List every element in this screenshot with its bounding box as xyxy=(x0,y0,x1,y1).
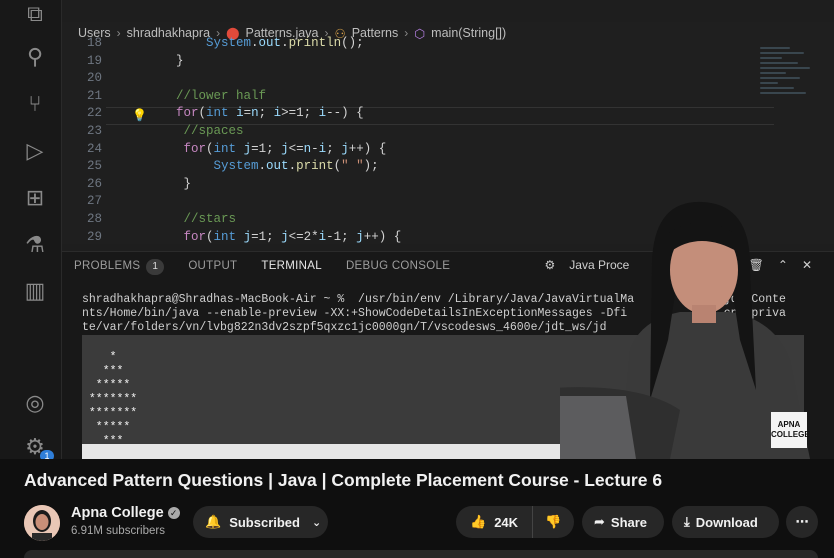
bell-icon: 🔔 xyxy=(205,514,222,529)
pattern-row: *** xyxy=(82,365,124,378)
pattern-row: ***** xyxy=(82,421,131,434)
chart-icon[interactable]: ▥ xyxy=(22,279,48,305)
channel-name-row[interactable]: Apna College ✓ xyxy=(71,505,180,521)
channel-name[interactable]: Apna College xyxy=(71,505,164,521)
video-title: Advanced Pattern Questions | Java | Comp… xyxy=(24,470,663,490)
download-button[interactable]: ⤓ Download xyxy=(672,506,779,538)
tab-label: PROBLEMS xyxy=(74,259,141,272)
pattern-row: ***** xyxy=(82,379,131,392)
share-button[interactable]: ➦ Share xyxy=(582,506,664,538)
code-line: System.out.println(); xyxy=(206,36,364,50)
source-control-icon[interactable]: ⑂ xyxy=(22,92,48,118)
method-icon: ⬡ xyxy=(414,26,426,41)
line-number: 24 xyxy=(86,141,102,156)
code-line: } xyxy=(176,53,184,68)
line-number: 25 xyxy=(86,159,102,174)
tab-output[interactable]: OUTPUT xyxy=(176,252,249,280)
extensions-icon[interactable]: ⊞ xyxy=(22,186,48,212)
testing-icon[interactable]: ⚗ xyxy=(22,233,48,259)
tab-debug-console[interactable]: DEBUG CONSOLE xyxy=(334,252,462,280)
line-number: 22 xyxy=(86,106,102,121)
line-number: 23 xyxy=(86,124,102,138)
line-number: 26 xyxy=(86,176,102,191)
code-line: //lower half xyxy=(176,88,267,103)
dislike-button[interactable]: 👎 xyxy=(533,506,573,538)
channel-avatar[interactable] xyxy=(24,505,60,541)
minimap[interactable] xyxy=(760,44,820,164)
code-line: //spaces xyxy=(183,124,244,138)
download-icon: ⤓ xyxy=(684,514,690,529)
java-process-icon: ⚙ xyxy=(544,258,556,272)
more-dots-icon: ⋯ xyxy=(795,514,809,529)
tab-label: OUTPUT xyxy=(188,259,238,272)
code-line: for(int j=1; j<=n-i; j++) { xyxy=(183,141,387,156)
line-number: 20 xyxy=(86,71,102,86)
share-label: Share xyxy=(610,514,648,530)
apna-college-watermark: APNA COLLEGE xyxy=(771,412,810,448)
account-icon[interactable]: ◎ xyxy=(22,391,48,417)
line-number: 21 xyxy=(86,88,102,103)
breadcrumb-item[interactable]: main(String[]) xyxy=(431,26,506,40)
run-debug-icon[interactable]: ▷ xyxy=(22,139,48,165)
tab-label: DEBUG CONSOLE xyxy=(345,259,451,272)
thumbs-down-icon: 👎 xyxy=(545,514,562,529)
more-actions-button[interactable]: ⋯ xyxy=(786,506,818,538)
thumbs-up-icon: 👍 xyxy=(470,514,487,529)
line-number: 29 xyxy=(86,229,102,244)
subscribed-label: Subscribed xyxy=(229,514,300,530)
youtube-watch-page: ⧉ ⚲ ⑂ ▷ ⊞ ⚗ ▥ ◎ ⚙ 1 Users › shradhakhapr… xyxy=(0,0,834,558)
problems-count-badge: 1 xyxy=(146,258,165,275)
code-line: for(int j=1; j<=2*i-1; j++) { xyxy=(183,229,402,244)
pattern-row: ******* xyxy=(82,407,138,420)
line-number: 28 xyxy=(86,212,102,226)
code-line: System.out.print(" "); xyxy=(213,159,379,174)
code-line: //stars xyxy=(183,212,237,226)
subscribed-button[interactable]: 🔔 Subscribed ⌄ xyxy=(193,506,328,538)
line-number: 27 xyxy=(86,194,102,209)
search-icon[interactable]: ⚲ xyxy=(22,45,48,71)
description-box-edge xyxy=(24,550,818,558)
code-line: } xyxy=(176,176,192,191)
chevron-right-icon: › xyxy=(404,26,409,40)
like-button[interactable]: 👍 24K xyxy=(456,506,534,538)
explorer-icon[interactable]: ⧉ xyxy=(22,2,48,28)
pattern-row: * xyxy=(82,351,117,364)
chevron-down-icon: ⌄ xyxy=(311,516,322,529)
chevron-right-icon: › xyxy=(116,26,121,40)
video-player[interactable]: ⧉ ⚲ ⑂ ▷ ⊞ ⚗ ▥ ◎ ⚙ 1 Users › shradhakhapr… xyxy=(0,0,834,459)
tab-terminal[interactable]: TERMINAL xyxy=(249,252,334,280)
line-number: 19 xyxy=(86,53,102,68)
subscriber-count: 6.91M subscribers xyxy=(71,525,165,537)
tab-label: TERMINAL xyxy=(261,259,322,272)
like-count: 24K xyxy=(494,514,519,530)
pattern-row: ******* xyxy=(82,393,138,406)
line-number: 18 xyxy=(86,36,102,50)
settings-badge: 1 xyxy=(40,450,54,459)
code-line: for(int i=n; i>=1; i--) { xyxy=(176,106,364,121)
like-dislike-group: 👍 24K 👎 xyxy=(456,506,574,538)
lightbulb-icon[interactable]: 💡 xyxy=(132,108,147,123)
vscode-activity-bar: ⧉ ⚲ ⑂ ▷ ⊞ ⚗ ▥ ◎ ⚙ 1 xyxy=(0,0,62,459)
download-label: Download xyxy=(695,514,758,530)
share-arrow-icon: ➦ xyxy=(594,514,605,529)
verified-check-icon: ✓ xyxy=(167,507,180,519)
tab-problems[interactable]: PROBLEMS 1 xyxy=(62,252,176,280)
